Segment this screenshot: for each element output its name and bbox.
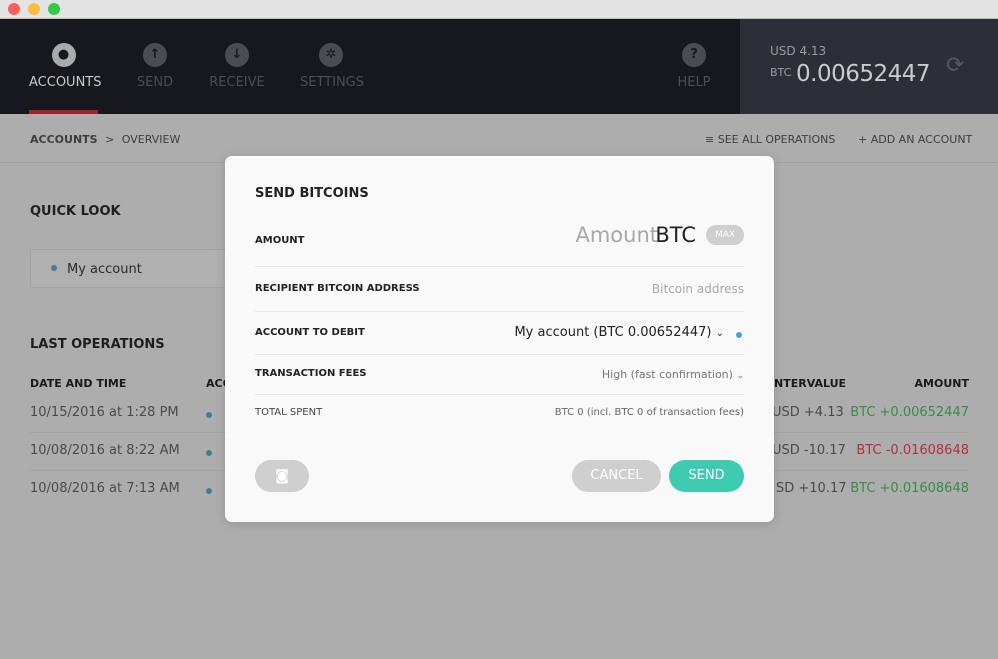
maximize-window-button[interactable] — [48, 3, 60, 15]
accounts-icon: ● — [51, 43, 76, 67]
list-icon: ≡ — [705, 133, 718, 146]
modal-title: SEND BITCOINS — [255, 186, 369, 201]
nav-send[interactable]: ↑ SEND — [130, 19, 180, 114]
plus-icon: + — [858, 133, 871, 146]
fees-row: TRANSACTION FEES High (fast confirmation… — [255, 355, 744, 395]
nav-help[interactable]: ? HELP — [674, 19, 714, 114]
quick-look-title: QUICK LOOK — [30, 204, 121, 219]
total-value: BTC 0 (incl. BTC 0 of transaction fees) — [554, 407, 744, 418]
account-color-dot — [206, 488, 212, 494]
total-row: TOTAL SPENT BTC 0 (incl. BTC 0 of transa… — [255, 395, 744, 431]
amount-input[interactable]: Amount — [575, 223, 658, 247]
row-date: 10/15/2016 at 1:28 PM — [30, 405, 179, 420]
debit-account-select[interactable]: My account (BTC 0.00652447) ⌄ — [514, 325, 724, 340]
nav-receive[interactable]: ↓ RECEIVE — [207, 19, 267, 114]
title-bar — [0, 0, 998, 19]
header-date: DATE AND TIME — [30, 377, 127, 390]
recipient-address-input[interactable]: Bitcoin address — [652, 282, 744, 296]
amount-unit: BTC — [655, 223, 696, 247]
account-color-dot — [736, 332, 742, 338]
row-countervalue: SD +10.17 — [776, 481, 847, 496]
amount-row: AMOUNT Amount BTC MAX — [255, 211, 744, 267]
breadcrumb-separator: > — [105, 133, 115, 146]
fees-label: TRANSACTION FEES — [255, 368, 367, 379]
nav-settings[interactable]: ✲ SETTINGS — [300, 19, 365, 114]
nav-label: HELP — [677, 75, 711, 90]
row-countervalue: USD -10.17 — [772, 443, 846, 458]
chevron-down-icon: ⌄ — [736, 371, 744, 381]
amount-label: AMOUNT — [255, 235, 305, 246]
add-account-link[interactable]: + ADD AN ACCOUNT — [858, 133, 972, 146]
max-button[interactable]: MAX — [706, 225, 744, 245]
total-label: TOTAL SPENT — [255, 407, 323, 418]
account-name: My account — [67, 262, 142, 277]
account-color-dot — [206, 412, 212, 418]
nav-accounts[interactable]: ● ACCOUNTS — [29, 19, 102, 114]
btc-balance: 0.00652447 — [796, 61, 931, 87]
top-nav: ● ACCOUNTS ↑ SEND ↓ RECEIVE ✲ SETTINGS ?… — [0, 19, 998, 114]
add-account-label: ADD AN ACCOUNT — [870, 133, 973, 146]
see-all-operations-link[interactable]: ≡ SEE ALL OPERATIONS — [705, 133, 835, 146]
nav-label: SEND — [136, 75, 174, 90]
row-date: 10/08/2016 at 8:22 AM — [30, 443, 180, 458]
usd-balance: USD 4.13 — [770, 44, 827, 58]
debit-account-row: ACCOUNT TO DEBIT My account (BTC 0.00652… — [255, 312, 744, 355]
nav-label: SETTINGS — [300, 75, 365, 90]
debit-label: ACCOUNT TO DEBIT — [255, 327, 365, 338]
recipient-row: RECIPIENT BITCOIN ADDRESS Bitcoin addres… — [255, 267, 744, 312]
refresh-icon[interactable]: ⟳ — [946, 53, 964, 78]
row-amount: BTC +0.01608648 — [850, 481, 969, 496]
nav-label: ACCOUNTS — [29, 75, 102, 90]
minimize-window-button[interactable] — [28, 3, 40, 15]
breadcrumb-accounts[interactable]: ACCOUNTS — [30, 133, 98, 146]
last-operations-title: LAST OPERATIONS — [30, 337, 165, 352]
send-button[interactable]: SEND — [669, 460, 744, 492]
debit-value: My account (BTC 0.00652447) — [514, 325, 712, 340]
account-color-dot — [51, 265, 57, 271]
row-countervalue: USD +4.13 — [772, 405, 844, 420]
camera-button[interactable]: ◙ — [255, 460, 309, 492]
camera-icon: ◙ — [275, 468, 289, 484]
row-date: 10/08/2016 at 7:13 AM — [30, 481, 180, 496]
header-amount: AMOUNT — [914, 377, 969, 390]
header-countervalue: NTERVALUE — [774, 377, 847, 390]
row-amount: BTC -0.01608648 — [856, 443, 969, 458]
row-amount: BTC +0.00652447 — [850, 405, 969, 420]
close-window-button[interactable] — [8, 3, 20, 15]
cancel-button[interactable]: CANCEL — [572, 460, 661, 492]
fees-select[interactable]: High (fast confirmation) ⌄ — [602, 368, 744, 381]
nav-label: RECEIVE — [209, 75, 265, 90]
recipient-label: RECIPIENT BITCOIN ADDRESS — [255, 283, 420, 294]
btc-label: BTC — [770, 66, 792, 79]
arrow-up-icon: ↑ — [143, 43, 167, 67]
breadcrumb-overview: OVERVIEW — [121, 133, 181, 146]
see-all-label: SEE ALL OPERATIONS — [717, 133, 836, 146]
balance-panel: USD 4.13 BTC 0.00652447 ⟳ — [740, 19, 998, 114]
arrow-down-icon: ↓ — [225, 43, 249, 67]
gear-icon: ✲ — [319, 43, 343, 67]
breadcrumb: ACCOUNTS > OVERVIEW — [30, 133, 180, 146]
account-color-dot — [206, 450, 212, 456]
chevron-down-icon: ⌄ — [715, 328, 724, 339]
fees-value: High (fast confirmation) — [601, 368, 733, 381]
send-bitcoins-modal: SEND BITCOINS AMOUNT Amount BTC MAX RECI… — [225, 156, 774, 522]
help-icon: ? — [682, 43, 706, 67]
